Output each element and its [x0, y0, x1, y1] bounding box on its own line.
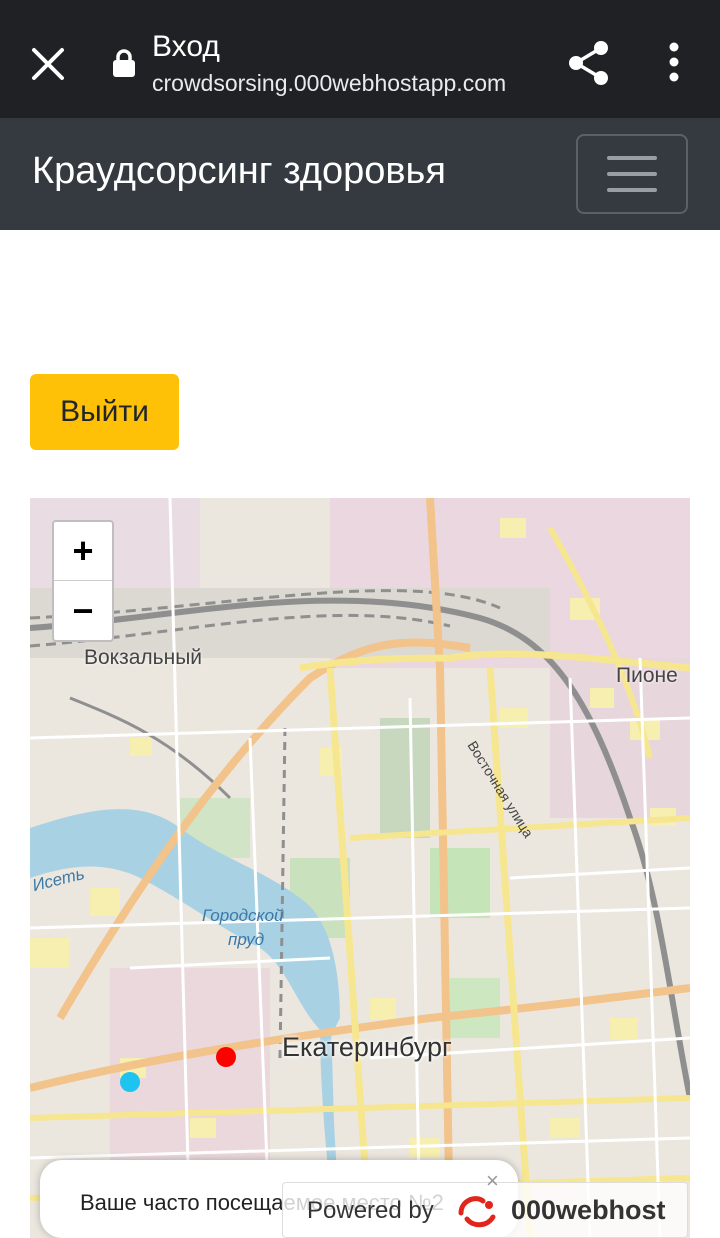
powered-close-icon[interactable]: × [486, 1168, 499, 1194]
zoom-in-button[interactable]: + [54, 522, 112, 581]
lock-icon [112, 48, 136, 78]
zoom-out-button[interactable]: − [54, 581, 112, 640]
share-icon[interactable] [564, 38, 614, 88]
map-label-pond-line1: Городской [202, 906, 284, 925]
powered-by-label: Powered by [307, 1197, 434, 1224]
powered-by-badge[interactable]: Powered by 000webhost [282, 1182, 688, 1238]
map-tiles [30, 498, 690, 1238]
map-label-pond-line2: пруд [228, 930, 265, 949]
page-url[interactable]: crowdsorsing.000webhostapp.com [152, 70, 506, 97]
zoom-control: + − [52, 520, 114, 642]
map[interactable]: Вокзальный Пионе Восточная улица Исеть Г… [30, 498, 690, 1238]
powered-by-brand: 000webhost [511, 1195, 666, 1225]
map-label-district: Пионе [616, 664, 678, 687]
webhost-logo-icon [453, 1191, 503, 1231]
logout-button[interactable]: Выйти [30, 374, 179, 450]
browser-toolbar: Вход crowdsorsing.000webhostapp.com [0, 0, 720, 118]
page-title: Вход [152, 30, 220, 63]
site-navbar: Краудсорсинг здоровья [0, 118, 720, 230]
site-brand[interactable]: Краудсорсинг здоровья [32, 150, 446, 193]
more-vert-icon[interactable] [650, 38, 700, 88]
map-marker-red[interactable] [216, 1047, 236, 1067]
map-label-station: Вокзальный [84, 646, 203, 669]
hamburger-icon[interactable] [576, 134, 688, 214]
map-label-city: Екатеринбург [282, 1032, 452, 1062]
map-marker-blue[interactable] [120, 1072, 140, 1092]
close-icon[interactable] [22, 38, 74, 90]
